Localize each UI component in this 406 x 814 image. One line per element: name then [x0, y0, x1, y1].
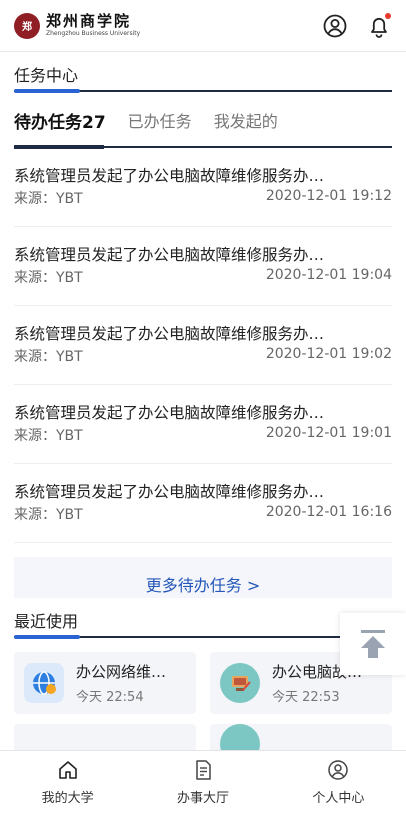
task-source: 来源：YBT — [14, 270, 83, 286]
school-logo: 郑 郑州商学院 Zhengzhou Business University — [14, 12, 141, 39]
recent-app-time: 今天 22:54 — [76, 690, 144, 705]
user-circle-icon[interactable] — [322, 13, 348, 39]
notification-dot — [385, 12, 391, 19]
computer-repair-icon — [220, 663, 260, 703]
tab-todo[interactable]: 待办任务27 — [14, 108, 106, 133]
task-source: 来源：YBT — [14, 349, 83, 365]
user-circle-icon — [328, 760, 349, 780]
document-icon — [196, 760, 211, 780]
task-source: 来源：YBT — [14, 507, 83, 523]
bell-icon[interactable] — [366, 12, 392, 39]
task-item[interactable]: 系统管理员发起了办公电脑故障维修服务办… 来源：YBT 2020-12-01 19… — [14, 306, 392, 385]
nav-label: 个人中心 — [312, 791, 365, 806]
school-name-cn: 郑州商学院 — [46, 12, 132, 30]
network-globe-icon — [24, 663, 64, 703]
nav-label: 办事大厅 — [176, 791, 229, 806]
task-title: 系统管理员发起了办公电脑故障维修服务办… — [14, 246, 325, 264]
nav-label: 我的大学 — [41, 791, 94, 806]
app-icon — [220, 724, 260, 750]
section-title-task-center: 任务中心 — [14, 52, 392, 93]
school-name-en: Zhengzhou Business University — [46, 30, 141, 37]
recent-app-item-partial[interactable] — [14, 724, 196, 750]
task-tabs: 待办任务27 已办任务 我发起的 — [14, 92, 392, 149]
recent-app-item-partial[interactable] — [210, 724, 392, 750]
tab-initiated[interactable]: 我发起的 — [214, 108, 278, 132]
nav-my-university[interactable]: 我的大学 — [0, 751, 135, 814]
nav-service-hall[interactable]: 办事大厅 — [135, 751, 270, 814]
app-header: 郑 郑州商学院 Zhengzhou Business University — [0, 0, 406, 52]
recent-app-name: 办公网络维… — [76, 663, 167, 681]
nav-personal-center[interactable]: 个人中心 — [271, 751, 406, 814]
task-source: 来源：YBT — [14, 191, 83, 207]
tabs-underline — [14, 145, 392, 149]
task-title: 系统管理员发起了办公电脑故障维修服务办… — [14, 483, 325, 501]
task-time: 2020-12-01 19:02 — [265, 346, 392, 362]
home-icon — [58, 761, 77, 779]
tab-done[interactable]: 已办任务 — [128, 108, 192, 132]
task-item[interactable]: 系统管理员发起了办公电脑故障维修服务办… 来源：YBT 2020-12-01 16… — [14, 464, 392, 543]
section-title-recent: 最近使用 — [14, 598, 392, 639]
task-title: 系统管理员发起了办公电脑故障维修服务办… — [14, 404, 325, 422]
school-seal-icon: 郑 — [14, 12, 40, 39]
task-source: 来源：YBT — [14, 428, 83, 444]
task-time: 2020-12-01 19:12 — [265, 188, 392, 204]
task-title: 系统管理员发起了办公电脑故障维修服务办… — [14, 167, 325, 185]
task-time: 2020-12-01 19:01 — [265, 425, 392, 441]
recent-app-item[interactable]: 办公网络维… 今天 22:54 — [14, 652, 196, 714]
section-title-text: 任务中心 — [14, 66, 79, 85]
bottom-nav: 我的大学 办事大厅 个人中心 — [0, 750, 406, 814]
task-title: 系统管理员发起了办公电脑故障维修服务办… — [14, 325, 325, 343]
task-time: 2020-12-01 19:04 — [265, 267, 392, 283]
task-item[interactable]: 系统管理员发起了办公电脑故障维修服务办… 来源：YBT 2020-12-01 19… — [14, 148, 392, 227]
section-underline — [14, 635, 392, 639]
task-item[interactable]: 系统管理员发起了办公电脑故障维修服务办… 来源：YBT 2020-12-01 19… — [14, 227, 392, 306]
back-to-top-button[interactable] — [340, 613, 406, 675]
section-title-text: 最近使用 — [14, 612, 79, 631]
recent-app-time: 今天 22:53 — [272, 690, 340, 705]
task-time: 2020-12-01 16:16 — [265, 504, 392, 520]
arrow-up-to-line-icon — [361, 630, 385, 658]
task-item[interactable]: 系统管理员发起了办公电脑故障维修服务办… 来源：YBT 2020-12-01 19… — [14, 385, 392, 464]
task-center-card: 任务中心 待办任务27 已办任务 我发起的 系统管理员发起了办公电脑故障维修服务… — [0, 52, 406, 611]
